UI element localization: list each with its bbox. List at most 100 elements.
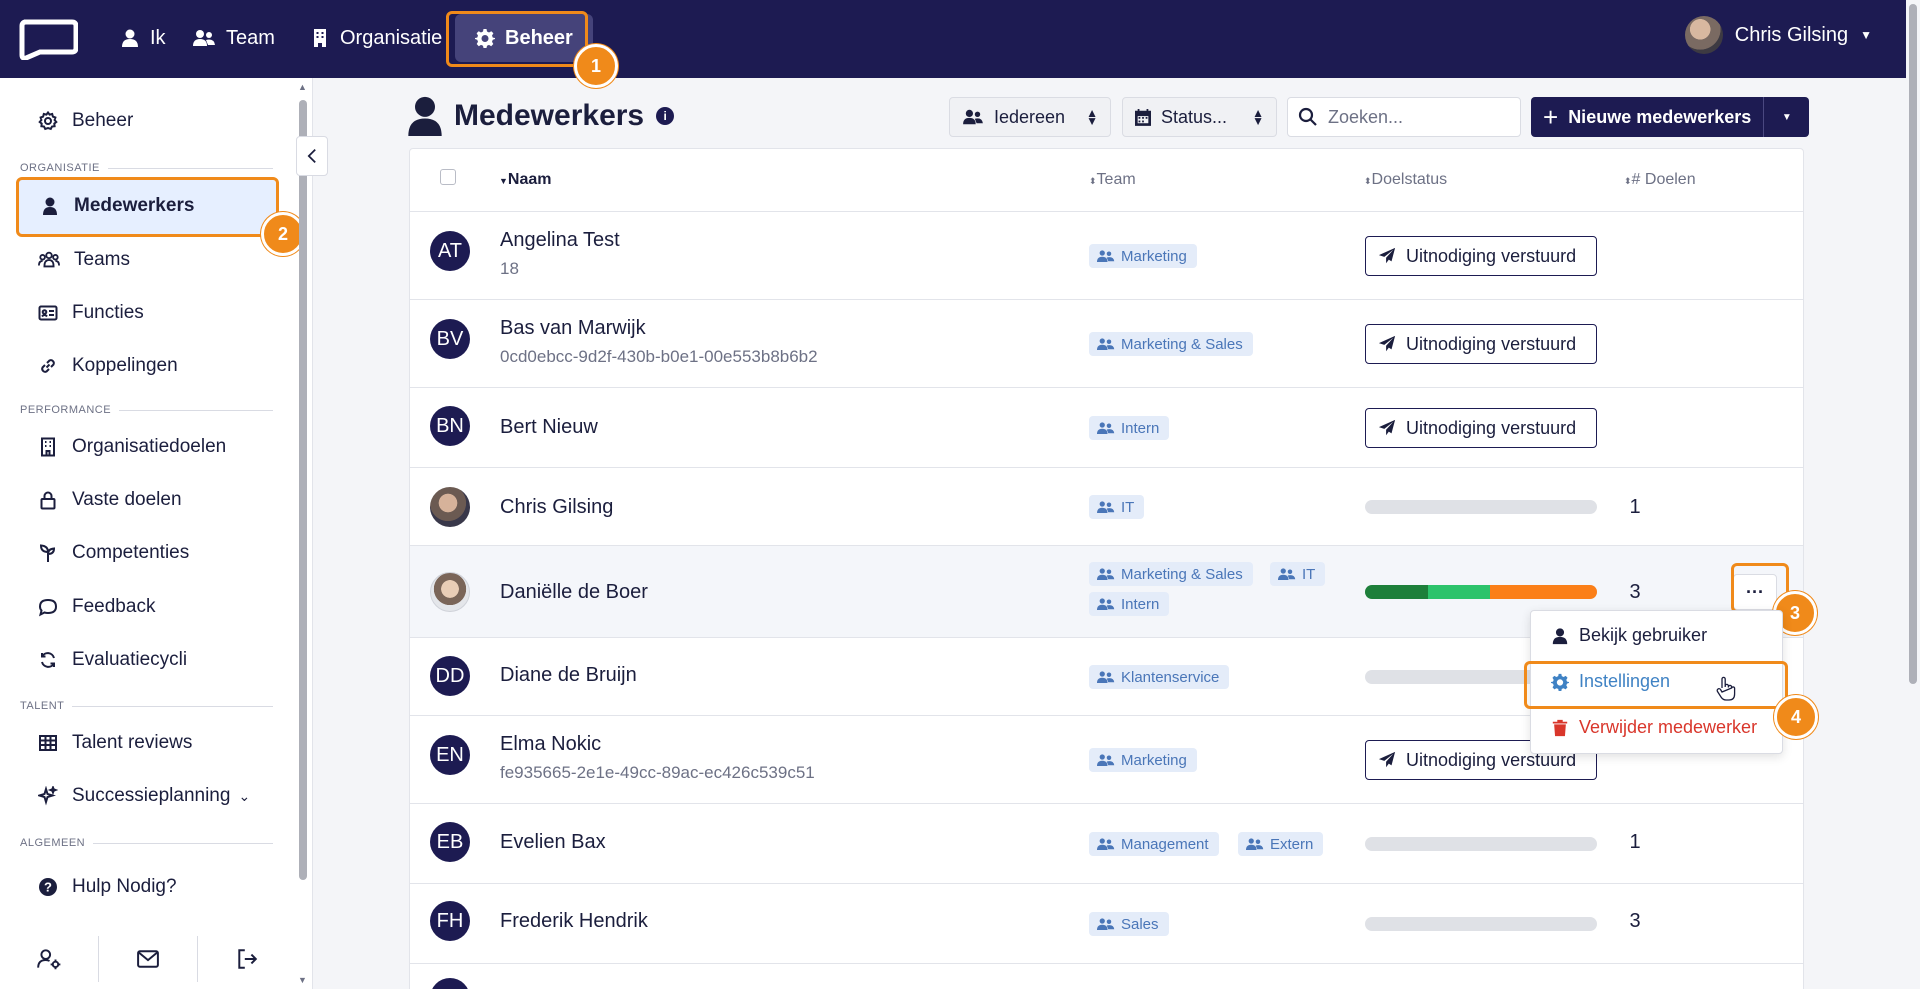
logout-button[interactable] (198, 936, 296, 982)
nav-organisatie[interactable]: Organisatie (300, 14, 452, 62)
sidebar-item-medewerkers[interactable]: Medewerkers (40, 195, 194, 217)
user-settings-button[interactable] (0, 936, 99, 982)
sidebar-item-feedback[interactable]: Feedback (38, 596, 155, 618)
scroll-down-icon[interactable]: ▼ (298, 975, 307, 985)
sidebar-item-talent-reviews[interactable]: Talent reviews (38, 732, 192, 754)
logout-icon (238, 949, 258, 969)
progress-segment-green (1427, 585, 1491, 599)
team-tag[interactable]: Intern (1089, 416, 1170, 440)
collapse-sidebar-button[interactable] (296, 136, 328, 176)
scroll-up-icon[interactable]: ▲ (298, 82, 307, 92)
employee-sub: fe935665-2e1e-49cc-89ac-ec426c539c51 (500, 763, 815, 782)
table-row[interactable]: EB Evelien Bax Management Extern 1 (410, 804, 1803, 884)
team-tag[interactable]: Sales (1089, 912, 1169, 936)
column-doelen[interactable]: ⬍# Doelen (1624, 171, 1696, 189)
sidebar-item-help[interactable]: ? Hulp Nodig? (38, 876, 177, 898)
page-scrollbar[interactable] (1906, 0, 1920, 989)
team-tag[interactable]: Management (1089, 832, 1219, 856)
search-field[interactable] (1287, 97, 1521, 137)
table-row[interactable]: AT Angelina Test 18 Marketing Uitnodigin… (410, 212, 1803, 300)
chevron-down-icon: ▼ (1860, 28, 1872, 42)
menu-item-delete-employee[interactable]: Verwijder medewerker (1551, 717, 1757, 738)
user-menu[interactable]: Chris Gilsing ▼ (1684, 16, 1872, 54)
sidebar-item-successieplanning[interactable]: Successieplanning ⌄ (38, 785, 250, 807)
sidebar-item-label: Hulp Nodig? (72, 876, 177, 897)
step-badge-4: 4 (1774, 695, 1818, 739)
nav-ik[interactable]: Ik (110, 14, 176, 62)
sidebar-item-beheer[interactable]: Beheer (38, 110, 133, 132)
table-row[interactable]: Chris Gilsing IT 1 (410, 468, 1803, 546)
filter-status-value: Status... (1161, 106, 1228, 127)
column-team[interactable]: ⬍Team (1089, 171, 1136, 189)
avatar: AT (430, 231, 470, 271)
status-label: Uitnodiging verstuurd (1406, 417, 1577, 438)
filter-status-select[interactable]: Status... ▲ ▼ (1122, 97, 1277, 137)
sidebar-item-evaluatiecycli[interactable]: Evaluatiecycli (38, 649, 187, 671)
employee-name[interactable]: Frederik Hendrik (500, 910, 648, 933)
table-row[interactable]: BN Bert Nieuw Intern Uitnodiging verstuu… (410, 388, 1803, 468)
avatar: EB (430, 822, 470, 862)
menu-item-view-user[interactable]: Bekijk gebruiker (1551, 625, 1707, 646)
progress-segment-orange (1490, 585, 1597, 599)
team-tag[interactable]: IT (1270, 562, 1326, 586)
employee-name[interactable]: Angelina Test (500, 229, 620, 252)
nav-ik-label: Ik (150, 26, 166, 49)
sidebar-scrollbar[interactable]: ▲ ▼ (296, 78, 310, 989)
new-employee-dropdown-toggle[interactable]: ▼ (1763, 97, 1810, 137)
sidebar-item-competenties[interactable]: Competenties (38, 542, 189, 564)
goal-count: 3 (1629, 581, 1641, 603)
filter-people-select[interactable]: Iedereen ▲ ▼ (949, 97, 1111, 137)
table-row[interactable]: FH Frederik Hendrik Sales 3 (410, 884, 1803, 964)
status-invite-sent[interactable]: Uitnodiging verstuurd (1365, 408, 1597, 448)
chat-icon (38, 598, 58, 617)
team-tag-label: Management (1121, 835, 1209, 853)
sidebar-item-organisatiedoelen[interactable]: Organisatiedoelen (38, 436, 226, 458)
column-naam[interactable]: ▼Naam (499, 171, 552, 189)
employee-name[interactable]: Daniëlle de Boer (500, 581, 648, 604)
avatar (430, 487, 470, 527)
employee-name[interactable]: Bert Nieuw (500, 416, 598, 439)
team-tag[interactable]: Klantenservice (1089, 665, 1230, 689)
status-invite-sent[interactable]: Uitnodiging verstuurd (1365, 324, 1597, 364)
new-employee-button[interactable]: + Nieuwe medewerkers (1531, 97, 1764, 137)
nav-team[interactable]: Team (182, 14, 285, 62)
employee-name[interactable]: Chris Gilsing (500, 496, 613, 519)
svg-text:?: ? (44, 880, 52, 895)
team-tag[interactable]: Marketing (1089, 244, 1197, 268)
avatar: BN (430, 406, 470, 446)
sidebar-item-koppelingen[interactable]: Koppelingen (38, 355, 178, 377)
info-icon[interactable]: i (656, 107, 675, 125)
sidebar-item-functies[interactable]: Functies (38, 302, 144, 324)
employee-name[interactable]: Elma Nokic (500, 733, 601, 756)
employee-name[interactable]: Evelien Bax (500, 831, 606, 854)
page-scroll-thumb[interactable] (1909, 4, 1917, 684)
avatar (430, 978, 470, 989)
team-tag[interactable]: Extern (1238, 832, 1324, 856)
sidebar-item-label: Koppelingen (72, 355, 178, 376)
team-tag[interactable]: Intern (1089, 592, 1170, 616)
employee-name[interactable]: Bas van Marwijk (500, 317, 646, 340)
users-icon (1097, 918, 1115, 930)
nav-organisatie-label: Organisatie (340, 26, 443, 49)
team-tag[interactable]: Marketing (1089, 748, 1197, 772)
team-tag[interactable]: Marketing & Sales (1089, 562, 1253, 586)
team-tag-label: Marketing (1121, 247, 1187, 265)
status-invite-sent[interactable]: Uitnodiging verstuurd (1365, 236, 1597, 276)
team-tag[interactable]: IT (1089, 495, 1145, 519)
team-tag-label: Sales (1121, 915, 1159, 933)
envelope-icon (137, 950, 159, 968)
app-logo[interactable] (18, 18, 78, 60)
menu-item-label: Verwijder medewerker (1579, 717, 1758, 737)
sort-icon: ▲ ▼ (1086, 106, 1098, 128)
sidebar-item-teams[interactable]: Teams (38, 249, 130, 271)
sidebar-item-vaste-doelen[interactable]: Vaste doelen (38, 489, 182, 511)
table-row[interactable] (410, 964, 1803, 989)
team-tag[interactable]: Marketing & Sales (1089, 332, 1253, 356)
column-doelstatus[interactable]: ⬍Doelstatus (1364, 171, 1447, 189)
sidebar-scroll-thumb[interactable] (299, 100, 307, 880)
table-row[interactable]: BV Bas van Marwijk 0cd0ebcc-9d2f-430b-b0… (410, 300, 1803, 388)
employee-name[interactable]: Diane de Bruijn (500, 664, 637, 687)
messages-button[interactable] (99, 936, 198, 982)
select-all-checkbox[interactable] (440, 169, 456, 185)
search-input[interactable] (1328, 106, 1508, 128)
